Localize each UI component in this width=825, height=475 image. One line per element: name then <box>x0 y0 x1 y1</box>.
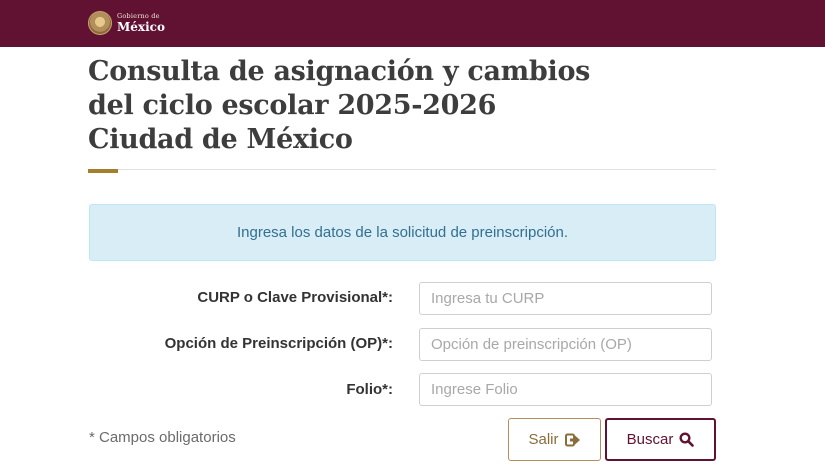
page-title-line-1: Consulta de asignación y cambios <box>88 56 591 87</box>
exit-button[interactable]: Salir <box>508 418 601 461</box>
search-button-label: Buscar <box>626 431 674 448</box>
search-button[interactable]: Buscar <box>605 418 716 461</box>
page-title-line-3: Ciudad de México <box>88 124 353 155</box>
required-fields-note: * Campos obligatorios <box>89 429 236 446</box>
page-title: Consulta de asignación y cambios del cic… <box>88 55 648 157</box>
curp-label: CURP o Clave Provisional*: <box>197 289 393 306</box>
folio-label: Folio*: <box>346 381 393 398</box>
coat-of-arms-icon <box>88 11 112 35</box>
info-alert-text: Ingresa los datos de la solicitud de pre… <box>236 224 569 241</box>
folio-input[interactable] <box>419 373 712 406</box>
header-bar: Gobierno de México <box>0 0 825 47</box>
info-alert: Ingresa los datos de la solicitud de pre… <box>89 204 716 261</box>
curp-input[interactable] <box>419 282 712 315</box>
exit-button-label: Salir <box>528 431 559 448</box>
page-title-line-2: del ciclo escolar 2025-2026 <box>88 90 497 121</box>
gobierno-logo[interactable]: Gobierno de México <box>88 10 165 36</box>
search-icon <box>679 432 695 447</box>
title-accent-rule <box>88 169 118 173</box>
logo-big-text: México <box>117 19 165 34</box>
op-input[interactable] <box>419 328 712 361</box>
sign-out-icon <box>564 433 580 446</box>
logo-text: Gobierno de México <box>117 13 165 33</box>
op-label: Opción de Preinscripción (OP)*: <box>164 335 393 352</box>
title-divider <box>88 169 716 170</box>
logo-small-text: Gobierno de <box>117 12 160 21</box>
